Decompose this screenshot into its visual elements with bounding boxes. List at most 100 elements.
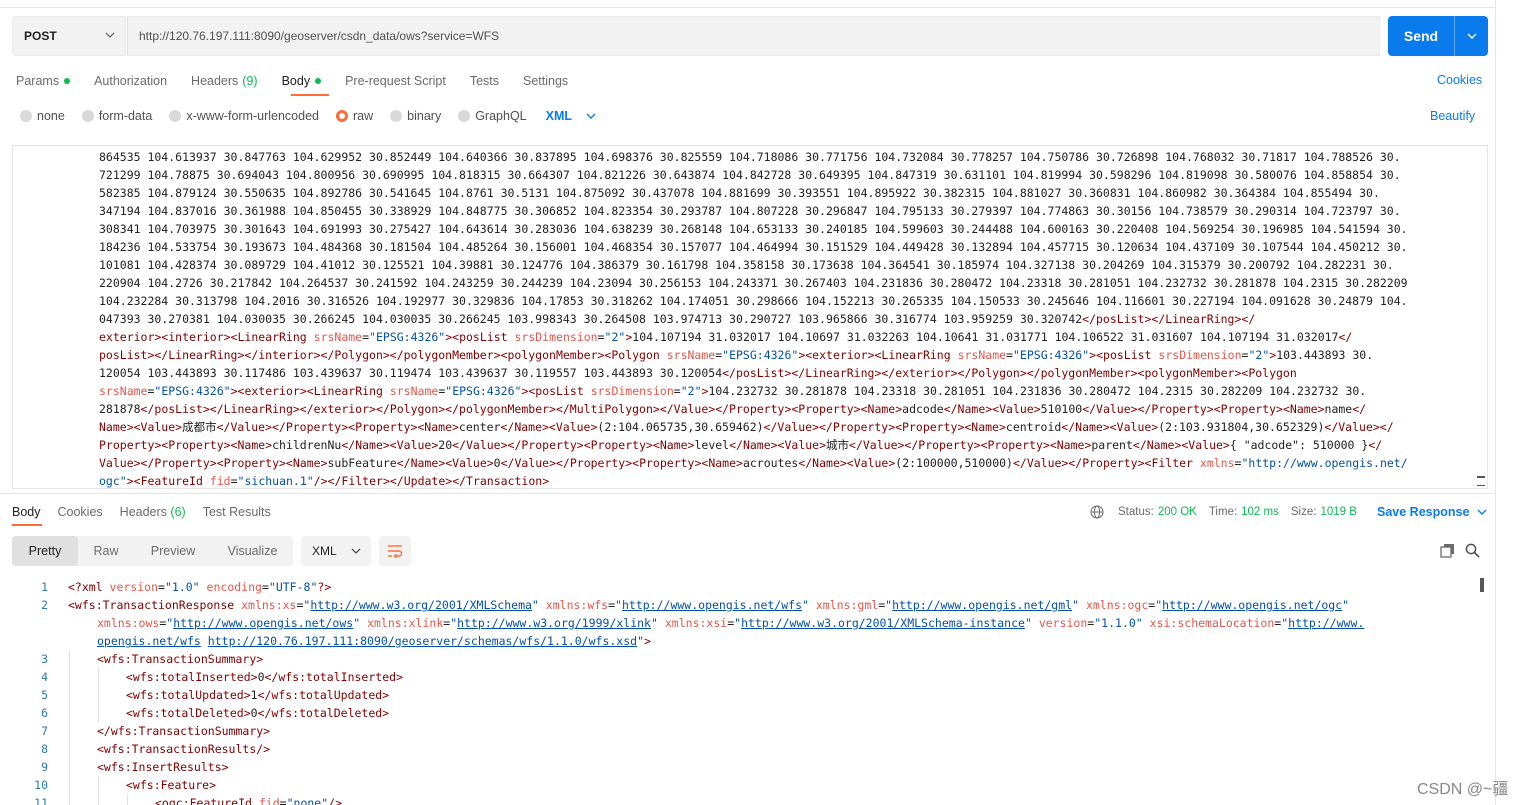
save-response-button[interactable]: Save Response (1377, 504, 1487, 520)
indent-guide (98, 668, 99, 722)
line-number: 8 (41, 742, 48, 756)
tab-body[interactable]: Body (282, 74, 322, 88)
size-value: 1019 B (1320, 506, 1357, 518)
tab-params[interactable]: Params (16, 74, 71, 88)
response-tab-underline (12, 524, 42, 526)
indent-guide (98, 776, 99, 805)
code-line: srsName="EPSG:4326"><exterior><LinearRin… (99, 384, 1367, 398)
code-line: <wfs:TransactionResponse xmlns:xs="http:… (68, 598, 1350, 612)
code-line: 120054 103.443893 30.117486 103.439637 3… (99, 366, 1297, 380)
response-status-bar: Status: 200 OK Time: 102 ms Size: 1019 B (1090, 504, 1369, 520)
search-icon[interactable] (1465, 543, 1480, 558)
line-number: 6 (41, 706, 48, 720)
response-headers-count: (6) (170, 505, 186, 519)
tab-tests[interactable]: Tests (470, 74, 499, 88)
send-button[interactable]: Send (1388, 16, 1488, 56)
code-line: xmlns:ows="http://www.opengis.net/ows" x… (97, 616, 1365, 630)
radio-raw[interactable]: raw (336, 109, 373, 123)
cookies-link[interactable]: Cookies (1437, 73, 1482, 87)
code-line: <?xml version="1.0" encoding="UTF-8"?> (68, 580, 332, 594)
url-input[interactable]: http://120.76.197.111:8090/geoserver/csd… (127, 16, 1380, 56)
response-tabs: Body Cookies Headers (6) Test Results (12, 504, 288, 520)
tab-settings[interactable]: Settings (523, 74, 568, 88)
line-number: 11 (34, 796, 48, 805)
response-tools (1440, 543, 1480, 558)
beautify-link[interactable]: Beautify (1430, 109, 1475, 123)
tab-response-headers[interactable]: Headers (6) (120, 505, 186, 519)
view-raw[interactable]: Raw (78, 536, 134, 566)
view-pretty[interactable]: Pretty (12, 536, 78, 566)
indent-guide (69, 650, 70, 805)
line-number: 3 (41, 652, 48, 666)
chevron-down-icon (1477, 509, 1487, 515)
tab-pre-request-script[interactable]: Pre-request Script (345, 74, 446, 88)
wrap-lines-icon (388, 545, 403, 558)
code-line: 184236 104.533754 30.193673 104.484368 3… (99, 240, 1408, 254)
top-strip (0, 0, 1496, 8)
request-tabs: Params Authorization Headers (9) Body Pre… (16, 72, 592, 90)
line-number: 2 (41, 598, 48, 612)
code-line: <wfs:TransactionResults/> (97, 742, 271, 756)
raw-format-select[interactable]: XML (546, 109, 596, 123)
tab-headers[interactable]: Headers (9) (191, 74, 258, 88)
right-border (1495, 0, 1496, 805)
tab-response-body[interactable]: Body (12, 505, 41, 519)
radio-circle-selected (336, 110, 348, 122)
code-line: <wfs:Feature> (126, 778, 217, 792)
code-line: ogc"><FeatureId fid="sichuan.1"/></Filte… (99, 474, 550, 488)
code-line: <wfs:TransactionSummary> (97, 652, 264, 666)
request-body-editor[interactable]: 864535 104.613937 30.847763 104.629952 3… (12, 145, 1488, 489)
code-line: 308341 104.703975 30.301643 104.691993 3… (99, 222, 1408, 236)
code-line: <ogc:FeatureId fid="none"/> (155, 796, 343, 805)
radio-none[interactable]: none (20, 109, 65, 123)
view-preview[interactable]: Preview (134, 536, 212, 566)
chevron-down-icon (105, 32, 115, 38)
radio-graphql[interactable]: GraphQL (458, 109, 527, 123)
radio-circle (458, 110, 471, 122)
pane-divider[interactable] (0, 493, 1496, 494)
body-type-options: none form-data x-www-form-urlencoded raw… (20, 108, 596, 124)
response-format-select[interactable]: XML (301, 536, 371, 566)
radio-binary[interactable]: binary (390, 109, 441, 123)
line-number: 1 (41, 580, 48, 594)
code-line: Property><Property><Name>childrenNu</Nam… (99, 438, 1383, 452)
radio-form-data[interactable]: form-data (81, 109, 152, 123)
radio-circle (81, 110, 94, 122)
indent-guide (127, 794, 128, 805)
radio-circle (390, 110, 403, 122)
copy-icon[interactable] (1440, 543, 1455, 558)
radio-circle (20, 110, 32, 122)
radio-urlencoded[interactable]: x-www-form-urlencoded (169, 109, 319, 123)
code-line: 347194 104.837016 30.361988 104.850455 3… (99, 204, 1401, 218)
headers-count: (9) (242, 74, 258, 88)
watermark: CSDN @~疆 (1417, 781, 1509, 798)
line-number: 10 (34, 778, 48, 792)
code-line: </wfs:TransactionSummary> (97, 724, 271, 738)
code-line: <wfs:totalDeleted>0</wfs:totalDeleted> (126, 706, 390, 720)
wrap-lines-button[interactable] (379, 536, 411, 566)
view-visualize[interactable]: Visualize (212, 536, 293, 566)
code-line: posList></LinearRing></interior></Polygo… (99, 348, 1374, 362)
code-line: exterior><interior><LinearRing srsName="… (99, 330, 1353, 344)
send-options-button[interactable] (1455, 31, 1488, 41)
tab-response-cookies[interactable]: Cookies (58, 505, 103, 519)
code-line: opengis.net/wfs http://120.76.197.111:80… (97, 634, 651, 648)
globe-icon[interactable] (1090, 505, 1104, 519)
status-value: 200 OK (1157, 506, 1197, 518)
code-line: Value></Property><Property><Name>subFeat… (99, 456, 1408, 470)
scrollbar-thumb[interactable] (1480, 578, 1484, 592)
line-number: 9 (41, 760, 48, 774)
code-line: 104.232284 30.313798 104.2016 30.316526 … (99, 294, 1408, 308)
resize-handle[interactable] (1477, 476, 1485, 486)
code-line: 047393 30.270381 104.030035 30.266245 10… (99, 312, 1256, 326)
send-label: Send (1403, 28, 1439, 44)
code-line: Name><Value>成都市</Value></Property><Prope… (99, 420, 1394, 434)
radio-circle (169, 110, 182, 122)
line-number: 4 (41, 670, 48, 684)
tab-authorization[interactable]: Authorization (94, 74, 167, 88)
code-line: 582385 104.879124 30.550635 104.892786 3… (99, 186, 1380, 200)
chevron-down-icon (586, 113, 596, 119)
method-select[interactable]: POST (12, 16, 126, 56)
line-number: 7 (41, 724, 48, 738)
tab-test-results[interactable]: Test Results (203, 505, 271, 519)
